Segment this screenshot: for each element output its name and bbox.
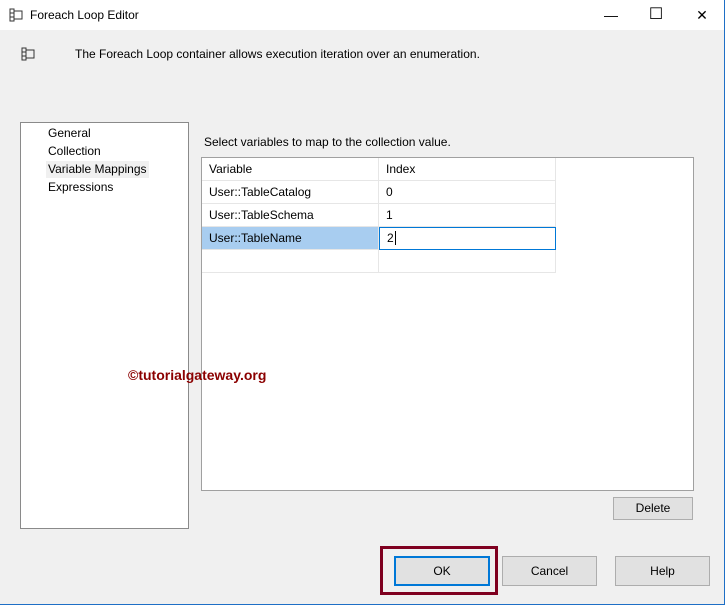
foreach-loop-icon — [21, 47, 35, 61]
instructions-label: Select variables to map to the collectio… — [204, 135, 451, 149]
nav-item-collection[interactable]: Collection — [46, 143, 103, 160]
nav-item-general[interactable]: General — [46, 125, 93, 142]
description-text: The Foreach Loop container allows execut… — [75, 47, 480, 61]
delete-button[interactable]: Delete — [613, 497, 693, 520]
close-button[interactable]: ✕ — [679, 0, 725, 30]
index-value: 2 — [387, 231, 394, 245]
variable-cell[interactable]: User::TableSchema — [202, 204, 379, 227]
title-bar: Foreach Loop Editor — ☐ ✕ — [0, 0, 725, 30]
empty-new-row[interactable] — [202, 250, 379, 273]
empty-new-row[interactable] — [379, 250, 556, 273]
help-button[interactable]: Help — [615, 556, 710, 586]
variable-mappings-grid: Variable Index User::TableCatalog 0 User… — [201, 157, 694, 491]
index-cell-editing[interactable]: 2​ — [379, 227, 556, 250]
foreach-loop-icon — [9, 8, 23, 22]
column-header-variable[interactable]: Variable — [202, 158, 379, 181]
text-cursor: ​ — [394, 231, 396, 245]
maximize-button[interactable]: ☐ — [633, 0, 679, 30]
variable-cell[interactable]: User::TableCatalog — [202, 181, 379, 204]
window-title: Foreach Loop Editor — [30, 8, 139, 22]
index-cell[interactable]: 1 — [379, 204, 556, 227]
ok-button[interactable]: OK — [394, 556, 490, 586]
nav-item-variable-mappings[interactable]: Variable Mappings — [46, 161, 149, 178]
column-header-index[interactable]: Index — [379, 158, 556, 181]
nav-item-expressions[interactable]: Expressions — [46, 179, 115, 196]
index-cell[interactable]: 0 — [379, 181, 556, 204]
watermark: ©tutorialgateway.org — [128, 367, 267, 383]
cancel-button[interactable]: Cancel — [502, 556, 597, 586]
minimize-button[interactable]: — — [588, 0, 634, 30]
page-navigation: General Collection Variable Mappings Exp… — [20, 122, 189, 529]
variable-cell-selected[interactable]: User::TableName — [202, 227, 379, 250]
